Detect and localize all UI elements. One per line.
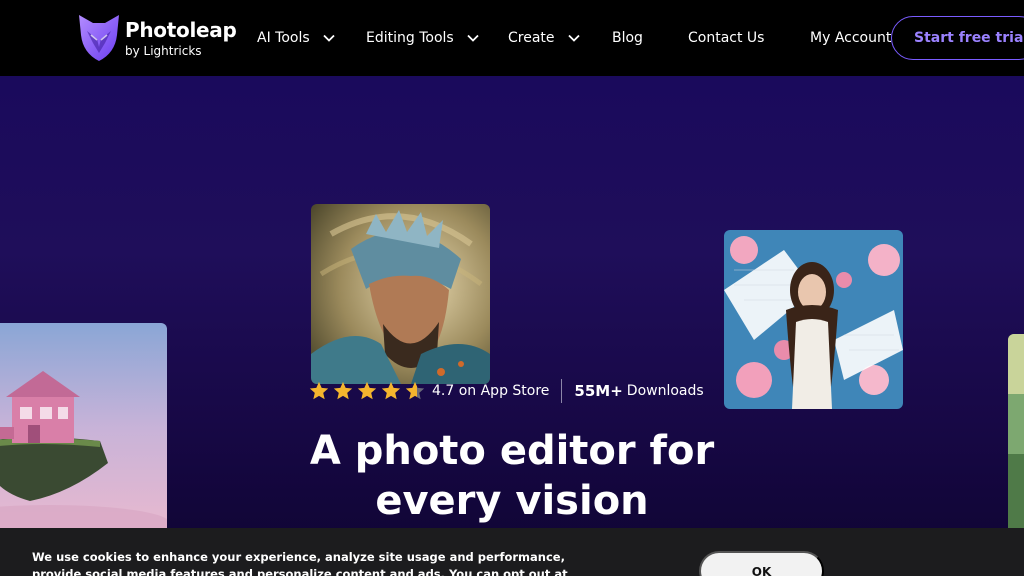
nav-label: Contact Us — [688, 30, 765, 46]
main-nav: AI Tools Editing Tools Create Blog Conta… — [0, 0, 1024, 76]
chevron-down-icon — [467, 34, 479, 42]
star-icon — [381, 381, 401, 400]
nav-label: My Account — [810, 30, 892, 46]
nav-item-ai-tools[interactable]: AI Tools — [257, 26, 336, 50]
nav-item-my-account[interactable]: My Account — [810, 26, 891, 50]
hero-headline: A photo editor for every vision — [309, 428, 715, 524]
landscape-image-partial — [1008, 334, 1024, 534]
nav-label: Create — [508, 30, 555, 46]
star-icon — [333, 381, 353, 400]
app-store-rating: 4.7 on App Store — [432, 383, 550, 399]
warrior-portrait-image — [311, 204, 490, 384]
downloads-label: Downloads — [626, 383, 704, 399]
rating-divider — [561, 379, 563, 403]
start-free-trial-button[interactable]: Start free trial — [891, 16, 1024, 60]
star-icon — [357, 381, 377, 400]
nav-item-blog[interactable]: Blog — [612, 26, 643, 50]
nav-item-contact-us[interactable]: Contact Us — [688, 26, 764, 50]
site-header: Photoleap by Lightricks AI Tools Editing… — [0, 0, 1024, 76]
flower-collage-portrait-image — [724, 230, 903, 409]
half-star-icon — [405, 381, 425, 400]
cookie-ok-button[interactable]: OK — [699, 551, 824, 576]
nav-label: Editing Tools — [366, 30, 454, 46]
cookie-banner: We use cookies to enhance your experienc… — [0, 528, 1024, 576]
chevron-down-icon — [567, 34, 580, 42]
rating-row: 4.7 on App Store 55M+ Downloads — [308, 378, 704, 404]
nav-label: Blog — [612, 30, 643, 46]
star-icon — [309, 381, 329, 400]
nav-label: AI Tools — [257, 30, 310, 46]
nav-item-editing-tools[interactable]: Editing Tools — [366, 26, 480, 50]
star-rating — [308, 380, 426, 402]
downloads-count: 55M+ — [574, 382, 623, 400]
cookie-message: We use cookies to enhance your experienc… — [32, 550, 568, 576]
chevron-down-icon — [323, 34, 335, 42]
nav-item-create[interactable]: Create — [508, 26, 581, 50]
floating-house-image — [0, 323, 167, 533]
hero-section: 4.7 on App Store 55M+ Downloads A photo … — [0, 76, 1024, 576]
